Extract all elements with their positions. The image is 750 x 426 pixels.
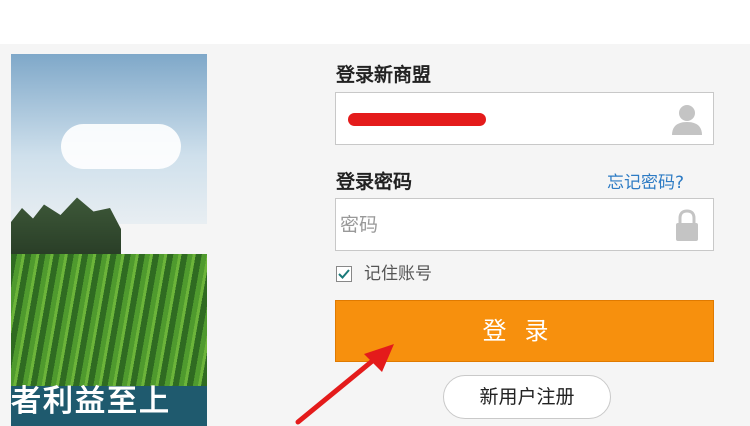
forgot-password-link[interactable]: 忘记密码? — [607, 168, 684, 193]
red-arrow-icon — [295, 344, 394, 425]
check-icon — [338, 269, 350, 279]
account-field[interactable] — [335, 92, 714, 145]
remember-checkbox[interactable] — [336, 266, 352, 282]
banner-slogan: 者利益至上 — [11, 384, 171, 419]
account-label: 登录新商盟 — [336, 64, 432, 86]
top-bar — [0, 0, 750, 44]
password-label: 登录密码 — [336, 171, 413, 193]
account-redaction-mark — [348, 113, 486, 126]
user-icon — [669, 101, 705, 137]
register-button[interactable]: 新用户注册 — [443, 375, 611, 419]
password-input[interactable] — [340, 199, 660, 250]
password-field[interactable] — [335, 198, 714, 251]
lock-icon — [669, 207, 705, 243]
banner-cloud — [61, 124, 181, 169]
remember-label: 记住账号 — [364, 264, 432, 284]
banner-image: 者利益至上 — [11, 54, 207, 426]
